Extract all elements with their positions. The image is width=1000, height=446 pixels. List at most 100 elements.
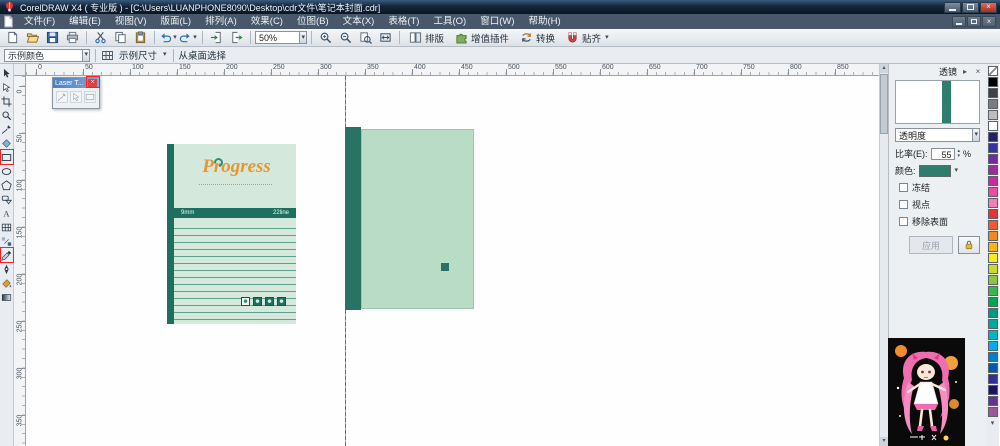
cover-spine-rectangle[interactable] xyxy=(345,127,361,310)
laser-tool-icon-1[interactable] xyxy=(56,91,68,103)
menu-item-10[interactable]: 窗口(W) xyxy=(473,14,521,29)
freeze-checkbox[interactable] xyxy=(899,183,908,192)
notebook-cover-design[interactable]: Progress 9mm 22line xyxy=(167,144,296,324)
color-swatch-18[interactable] xyxy=(988,264,998,274)
menu-item-5[interactable]: 效果(C) xyxy=(244,14,290,29)
rate-input[interactable]: 55 xyxy=(931,148,955,160)
import-icon[interactable] xyxy=(207,30,226,46)
export-icon[interactable] xyxy=(227,30,246,46)
pick-tool[interactable] xyxy=(0,67,13,80)
zoom-tool[interactable] xyxy=(0,109,13,122)
menu-item-8[interactable]: 表格(T) xyxy=(381,14,426,29)
menu-item-1[interactable]: 编辑(E) xyxy=(62,14,108,29)
polygon-tool[interactable] xyxy=(0,179,13,192)
color-swatch-20[interactable] xyxy=(988,286,998,296)
new-document-icon[interactable] xyxy=(3,30,22,46)
sample-color-dropdown[interactable]: 示例颜色 ▾ xyxy=(4,49,90,62)
maximize-button[interactable] xyxy=(962,2,979,13)
color-swatch-19[interactable] xyxy=(988,275,998,285)
color-swatch-11[interactable] xyxy=(988,187,998,197)
canvas[interactable]: Progress 9mm 22line Laser T... × xyxy=(26,76,879,446)
menu-item-2[interactable]: 视图(V) xyxy=(108,14,154,29)
doc-minimize-button[interactable] xyxy=(952,16,966,27)
convert-button[interactable]: 转换 xyxy=(515,30,560,46)
color-swatch-29[interactable] xyxy=(988,385,998,395)
color-swatch-22[interactable] xyxy=(988,308,998,318)
scrollbar-thumb[interactable] xyxy=(880,74,888,134)
from-desktop-button[interactable]: 从桌面选择 xyxy=(179,48,227,62)
vertical-scrollbar[interactable]: ▴ ▾ xyxy=(879,64,888,446)
save-icon[interactable] xyxy=(43,30,62,46)
sample-size-label[interactable]: 示例尺寸 xyxy=(119,48,157,62)
remove-face-checkbox[interactable] xyxy=(899,217,908,226)
viewpoint-checkbox[interactable] xyxy=(899,200,908,209)
menu-item-6[interactable]: 位图(B) xyxy=(290,14,336,29)
zoom-out-icon[interactable] xyxy=(336,30,355,46)
zoom-level-dropdown[interactable]: 50%▾ xyxy=(255,31,307,44)
cut-icon[interactable] xyxy=(91,30,110,46)
docker-close-icon[interactable]: × xyxy=(973,67,983,76)
copy-icon[interactable] xyxy=(111,30,130,46)
laser-tool-icon-2[interactable] xyxy=(70,91,82,103)
color-swatch-30[interactable] xyxy=(988,396,998,406)
no-color-swatch[interactable] xyxy=(988,66,998,76)
color-swatch-14[interactable] xyxy=(988,220,998,230)
lens-color-swatch[interactable] xyxy=(919,165,951,177)
menu-item-11[interactable]: 帮助(H) xyxy=(521,14,567,29)
ellipse-tool[interactable] xyxy=(0,165,13,178)
zoom-page-icon[interactable] xyxy=(356,30,375,46)
color-swatch-23[interactable] xyxy=(988,319,998,329)
close-button[interactable]: × xyxy=(980,2,997,13)
menu-item-3[interactable]: 版面(L) xyxy=(153,14,198,29)
crop-tool[interactable] xyxy=(0,95,13,108)
plugins-button[interactable]: 增值插件 xyxy=(450,30,514,46)
lens-type-dropdown[interactable]: 透明度 ▾ xyxy=(895,128,980,142)
print-icon[interactable] xyxy=(63,30,82,46)
color-swatch-7[interactable] xyxy=(988,143,998,153)
color-swatch-28[interactable] xyxy=(988,374,998,384)
redo-icon[interactable]: ▾ xyxy=(179,30,198,46)
cover-body-rectangle[interactable] xyxy=(361,129,474,309)
undo-icon[interactable]: ▾ xyxy=(159,30,178,46)
snap-button[interactable]: 贴齐▾ xyxy=(561,30,615,46)
menu-item-9[interactable]: 工具(O) xyxy=(426,14,473,29)
menu-item-0[interactable]: 文件(F) xyxy=(17,14,62,29)
freehand-tool[interactable] xyxy=(0,123,13,136)
laser-tool-icon-3[interactable] xyxy=(84,91,96,103)
apply-button[interactable]: 应用 xyxy=(909,236,953,254)
color-swatch-8[interactable] xyxy=(988,154,998,164)
minimize-button[interactable] xyxy=(944,2,961,13)
docker-expand-icon[interactable]: ▸ xyxy=(960,67,970,76)
color-swatch-9[interactable] xyxy=(988,165,998,175)
color-swatch-31[interactable] xyxy=(988,407,998,417)
zoom-in-icon[interactable] xyxy=(316,30,335,46)
shape-tool[interactable] xyxy=(0,81,13,94)
paste-icon[interactable] xyxy=(131,30,150,46)
doc-restore-button[interactable] xyxy=(967,16,981,27)
color-swatch-24[interactable] xyxy=(988,330,998,340)
color-swatch-10[interactable] xyxy=(988,176,998,186)
color-swatch-12[interactable] xyxy=(988,198,998,208)
palette-scroll-down-icon[interactable]: ▾ xyxy=(991,419,995,427)
small-square-object[interactable] xyxy=(441,263,449,271)
chevron-down-icon[interactable]: ▾ xyxy=(162,50,168,60)
menu-item-4[interactable]: 排列(A) xyxy=(198,14,244,29)
color-swatch-17[interactable] xyxy=(988,253,998,263)
color-swatch-5[interactable] xyxy=(988,121,998,131)
horizontal-ruler[interactable]: 0501001502002503003504004505005506006507… xyxy=(26,64,879,76)
color-swatch-3[interactable] xyxy=(988,99,998,109)
color-swatch-13[interactable] xyxy=(988,209,998,219)
menu-item-7[interactable]: 文本(X) xyxy=(336,14,382,29)
interactive-fill-tool[interactable] xyxy=(0,291,13,304)
scroll-down-icon[interactable]: ▾ xyxy=(880,437,888,446)
vertical-ruler[interactable]: 050100150200250300350 xyxy=(14,76,26,446)
color-swatch-1[interactable] xyxy=(988,77,998,87)
doc-close-button[interactable]: × xyxy=(982,16,996,27)
chevron-down-icon[interactable]: ▾ xyxy=(954,166,960,176)
color-swatch-2[interactable] xyxy=(988,88,998,98)
color-swatch-27[interactable] xyxy=(988,363,998,373)
color-swatch-15[interactable] xyxy=(988,231,998,241)
color-swatch-21[interactable] xyxy=(988,297,998,307)
rate-spinner[interactable]: ▴▾ xyxy=(958,149,961,159)
zoom-fit-icon[interactable] xyxy=(376,30,395,46)
